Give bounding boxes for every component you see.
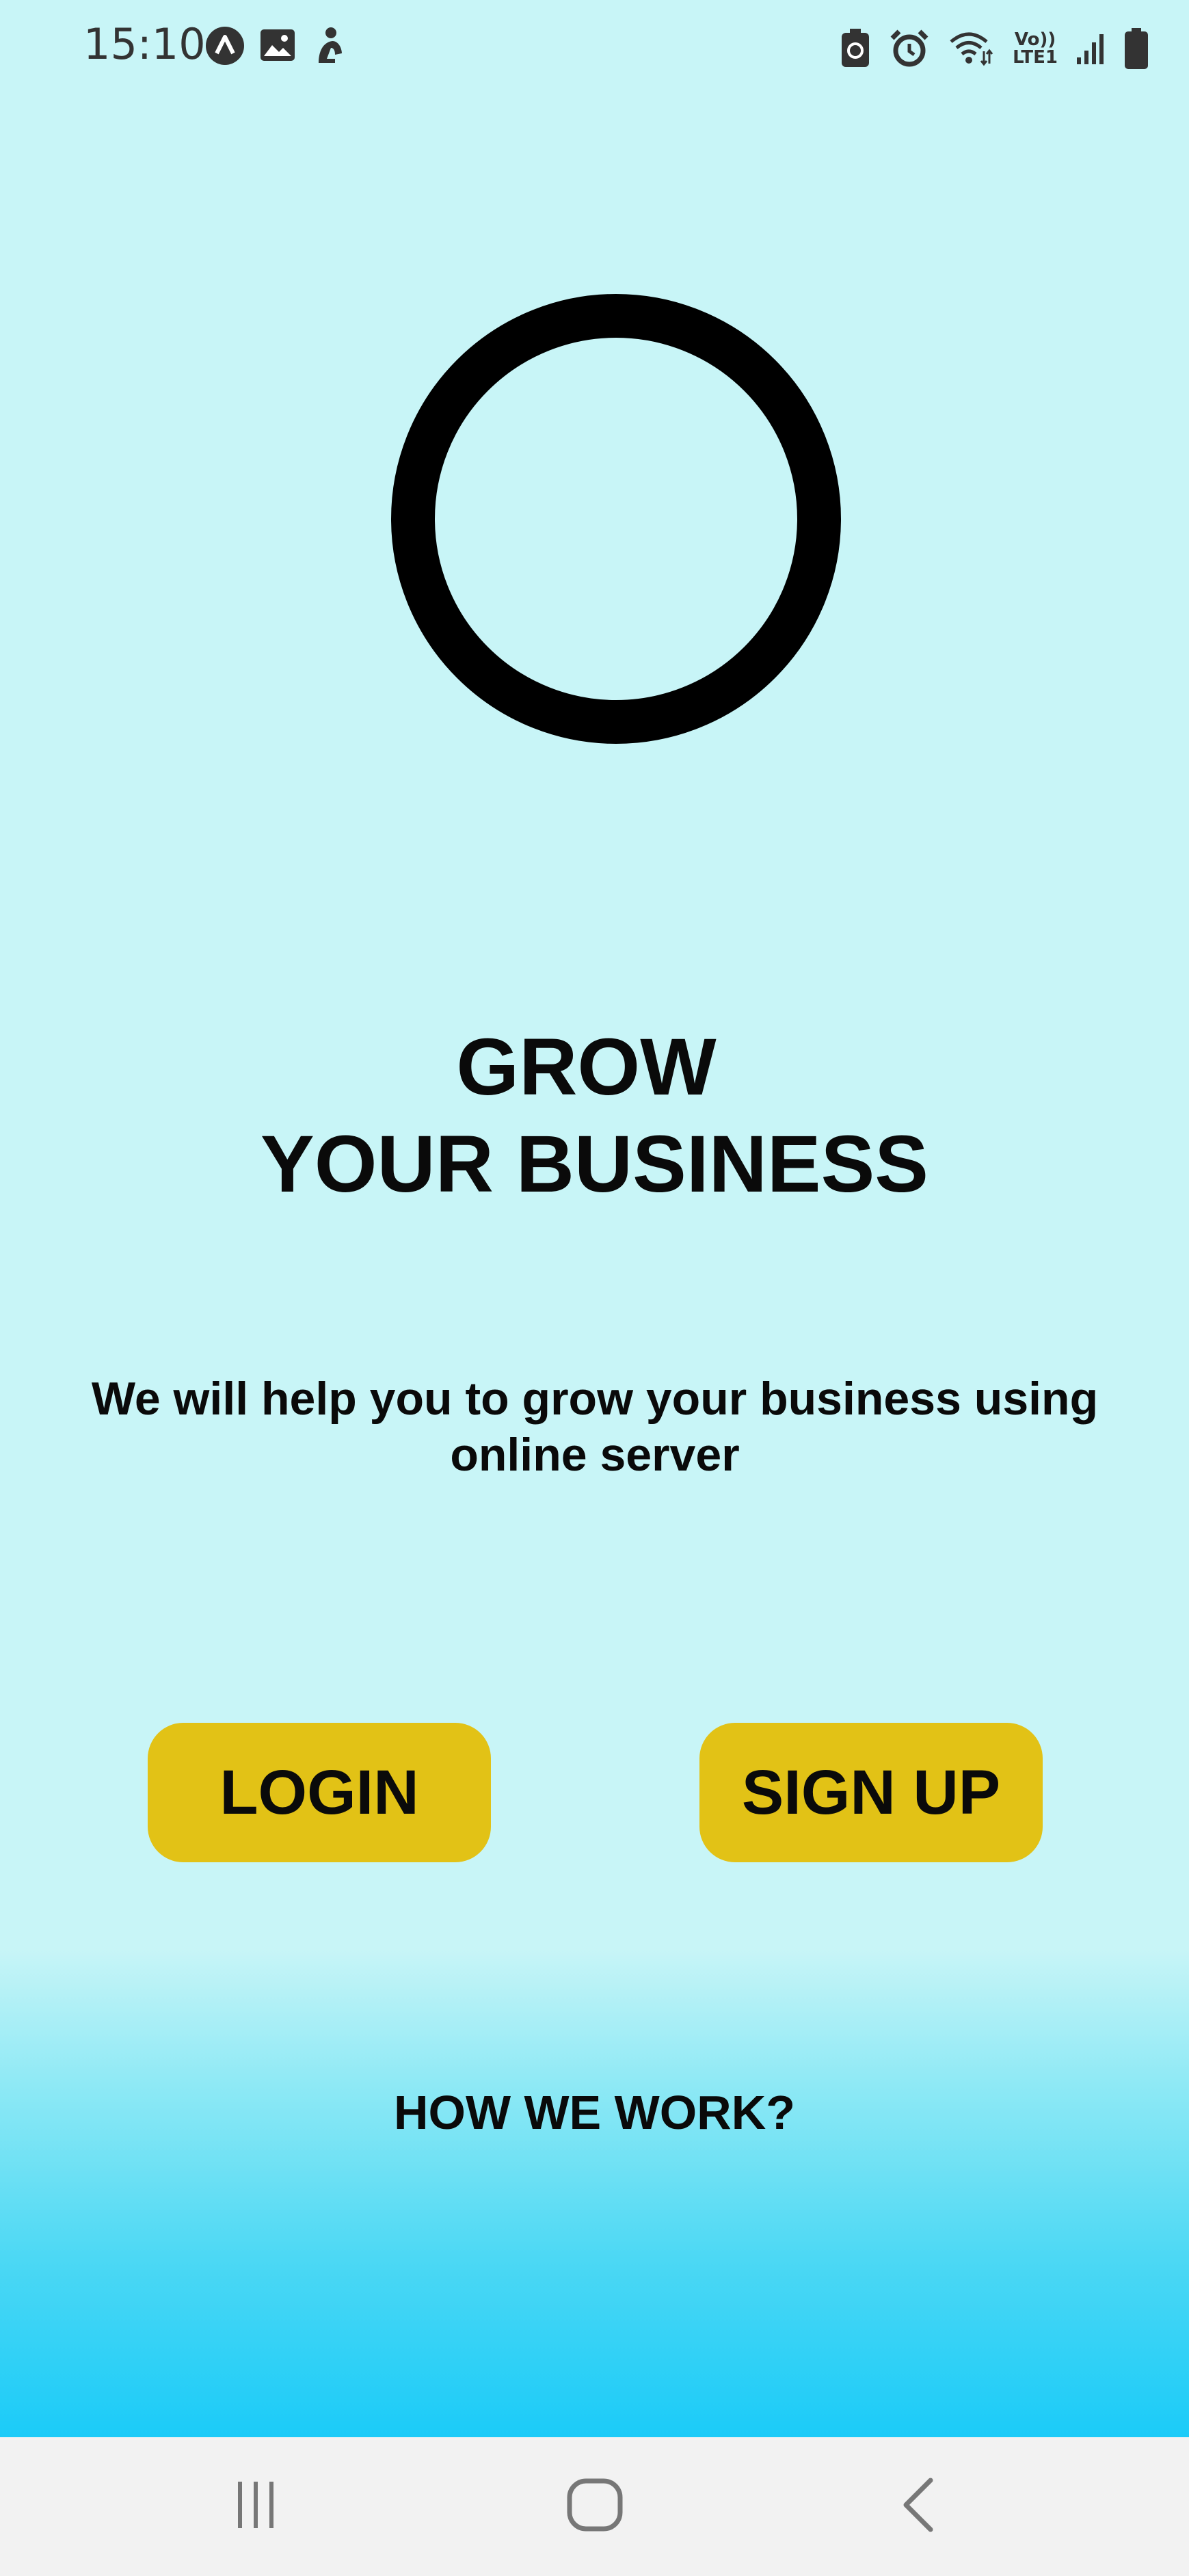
headline-line1: GROW	[456, 1022, 717, 1112]
volte-label: Vo))	[1014, 29, 1056, 50]
battery-icon	[1125, 28, 1148, 69]
volte-lte-icon: Vo)) LTE1	[1013, 31, 1058, 66]
signal-icon	[1077, 31, 1106, 66]
home-icon	[566, 2478, 624, 2536]
headline-line2: YOUR BUSINESS	[260, 1119, 929, 1209]
status-icons-right: Vo)) LTE1	[840, 25, 1148, 72]
app-notification-icon	[205, 26, 245, 69]
gallery-icon	[258, 26, 297, 68]
back-button[interactable]	[816, 2437, 1021, 2576]
recents-icon	[234, 2479, 278, 2534]
sign-up-button[interactable]: SIGN UP	[699, 1723, 1043, 1862]
alarm-icon	[890, 29, 929, 68]
lte-label: LTE1	[1013, 47, 1058, 68]
wifi-icon	[948, 31, 993, 66]
app-screen: 15:10 Vo)) LTE1 GROW YOUR BUSINESS We wi…	[0, 0, 1189, 2437]
user-activity-icon	[312, 26, 346, 68]
back-icon	[898, 2476, 939, 2537]
headline: GROW YOUR BUSINESS	[0, 1019, 1189, 1213]
ring-logo-icon	[391, 294, 841, 744]
login-button[interactable]: LOGIN	[148, 1723, 491, 1862]
navigation-bar	[0, 2437, 1189, 2576]
subtitle: We will help you to grow your business u…	[91, 1373, 1099, 1481]
status-time: 15:10	[83, 19, 206, 69]
home-button[interactable]	[492, 2437, 697, 2576]
how-we-work-link[interactable]: HOW WE WORK?	[0, 2085, 1189, 2140]
status-bar: 15:10 Vo)) LTE1	[0, 0, 1189, 96]
battery-saver-icon	[840, 29, 870, 68]
recents-button[interactable]	[153, 2437, 358, 2576]
